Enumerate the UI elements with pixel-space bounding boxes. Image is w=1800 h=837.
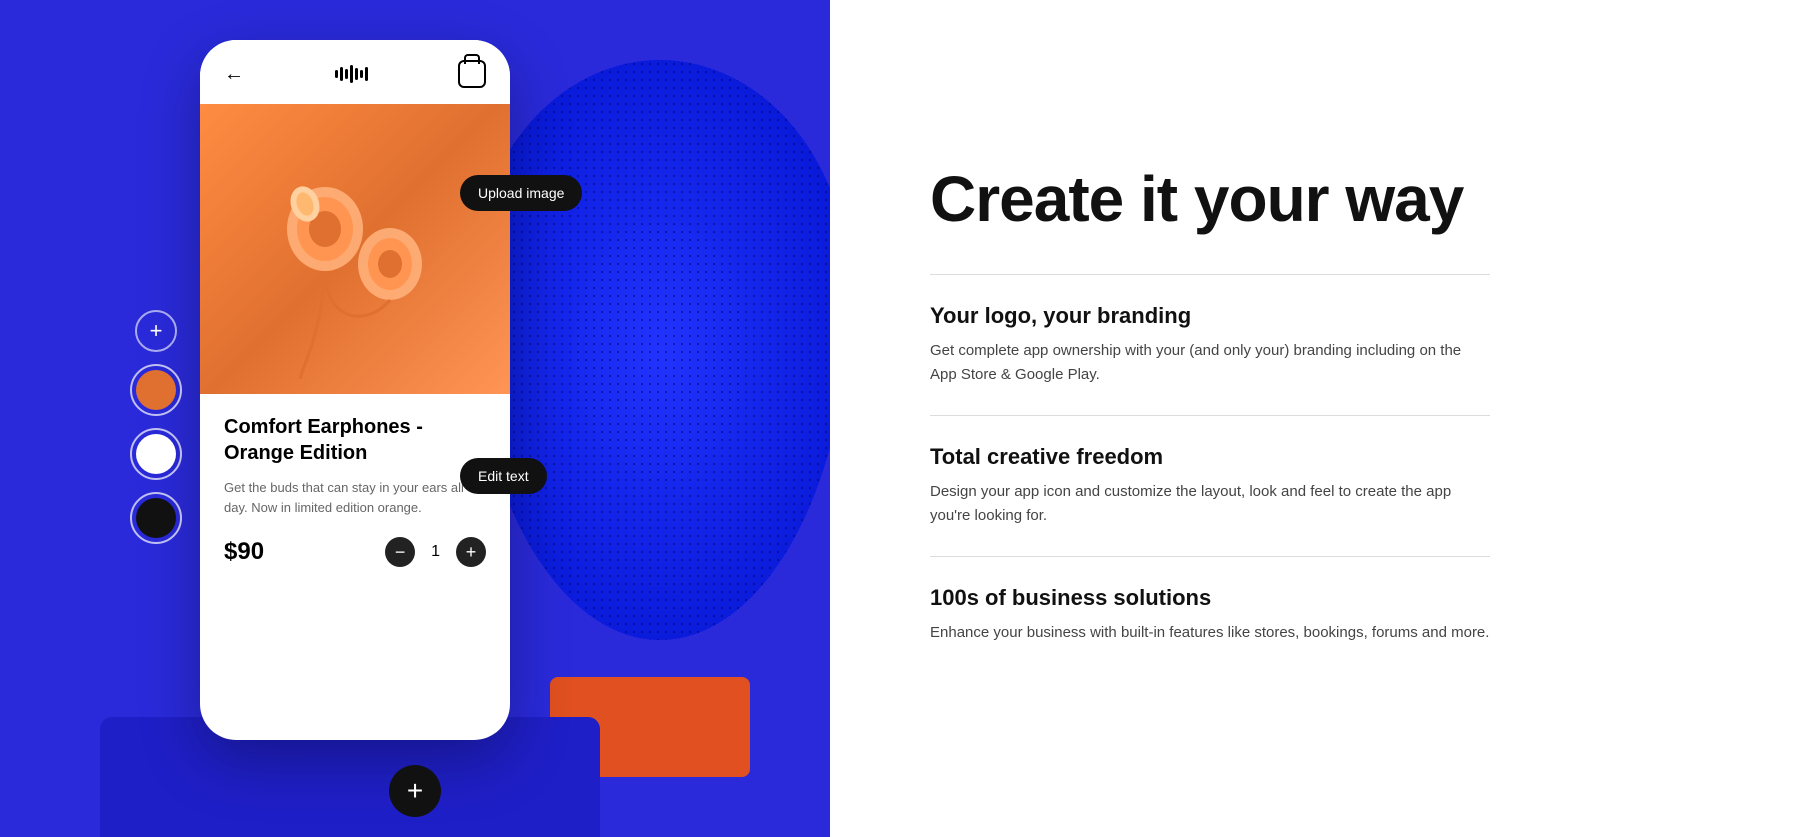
color-swatch-black-container	[130, 492, 182, 544]
edit-text-tooltip[interactable]: Edit text	[460, 458, 547, 494]
content-area: Create it your way Your logo, your brand…	[930, 164, 1490, 673]
feature-creative-title: Total creative freedom	[930, 444, 1490, 470]
product-description: Get the buds that can stay in your ears …	[224, 478, 486, 517]
swatch-white-inner	[136, 434, 176, 474]
back-button[interactable]: ←	[224, 63, 244, 86]
color-swatch-white-container	[130, 428, 182, 480]
waveform-icon	[335, 65, 368, 83]
quantity-value: 1	[431, 543, 440, 561]
main-title: Create it your way	[930, 164, 1490, 234]
divider-top	[930, 274, 1490, 275]
feature-branding: Your logo, your branding Get complete ap…	[930, 303, 1490, 387]
right-panel: Create it your way Your logo, your brand…	[830, 0, 1800, 837]
color-swatch-black[interactable]	[130, 492, 182, 544]
fab-button[interactable]: +	[389, 765, 441, 817]
quantity-plus-button[interactable]: +	[456, 537, 486, 567]
feature-creative-desc: Design your app icon and customize the l…	[930, 480, 1490, 528]
phone-mockup: ←	[200, 40, 510, 740]
color-panel: +	[130, 310, 182, 544]
upload-image-tooltip[interactable]: Upload image	[460, 175, 582, 211]
feature-business-desc: Enhance your business with built-in feat…	[930, 621, 1490, 645]
color-swatch-white[interactable]	[130, 428, 182, 480]
cart-icon[interactable]	[458, 60, 486, 88]
phone-header: ←	[200, 40, 510, 104]
speaker-decoration	[470, 60, 830, 640]
swatch-black-inner	[136, 498, 176, 538]
feature-business: 100s of business solutions Enhance your …	[930, 585, 1490, 645]
phone-content: Comfort Earphones - Orange Edition Get t…	[200, 394, 510, 587]
quantity-control: − 1 +	[385, 537, 486, 567]
speaker-dots	[470, 60, 830, 640]
divider-2	[930, 556, 1490, 557]
feature-branding-desc: Get complete app ownership with your (an…	[930, 339, 1490, 387]
left-panel: ←	[0, 0, 830, 837]
earphones-illustration	[225, 119, 485, 379]
feature-creative: Total creative freedom Design your app i…	[930, 444, 1490, 528]
color-swatch-orange-container	[130, 364, 182, 416]
swatch-orange-inner	[136, 370, 176, 410]
color-swatch-orange[interactable]	[130, 364, 182, 416]
feature-branding-title: Your logo, your branding	[930, 303, 1490, 329]
price-row: $90 − 1 +	[224, 537, 486, 567]
product-title: Comfort Earphones - Orange Edition	[224, 414, 486, 466]
product-price: $90	[224, 538, 264, 566]
divider-1	[930, 415, 1490, 416]
product-image	[200, 104, 510, 394]
add-color-button[interactable]: +	[135, 310, 177, 352]
quantity-minus-button[interactable]: −	[385, 537, 415, 567]
feature-business-title: 100s of business solutions	[930, 585, 1490, 611]
